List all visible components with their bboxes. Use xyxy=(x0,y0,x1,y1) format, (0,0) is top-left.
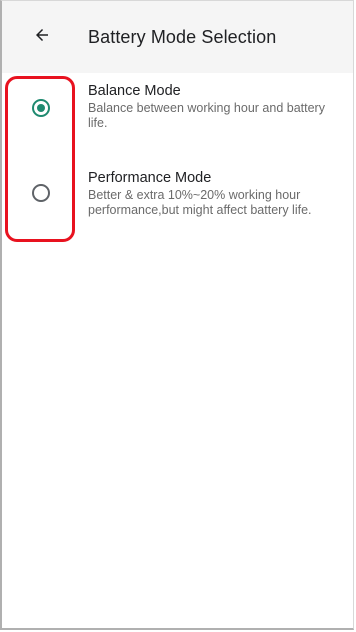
performance-mode-description: Better & extra 10%~20% working hour perf… xyxy=(88,188,312,217)
performance-mode-title: Performance Mode xyxy=(88,170,212,186)
performance-mode-radio[interactable] xyxy=(32,184,50,202)
arrow-left-icon xyxy=(33,26,51,49)
performance-mode-option[interactable]: Performance Mode Better & extra 10%~20% … xyxy=(2,160,353,238)
app-bar: Battery Mode Selection xyxy=(2,1,353,73)
page-title: Battery Mode Selection xyxy=(88,27,277,47)
balance-mode-description: Balance between working hour and battery… xyxy=(88,101,325,130)
balance-mode-radio[interactable] xyxy=(32,99,50,117)
back-button[interactable] xyxy=(26,21,58,53)
balance-mode-title: Balance Mode xyxy=(88,83,181,99)
battery-mode-screen: Battery Mode Selection Balance Mode Bala… xyxy=(0,0,354,630)
balance-mode-option[interactable]: Balance Mode Balance between working hou… xyxy=(2,73,353,151)
